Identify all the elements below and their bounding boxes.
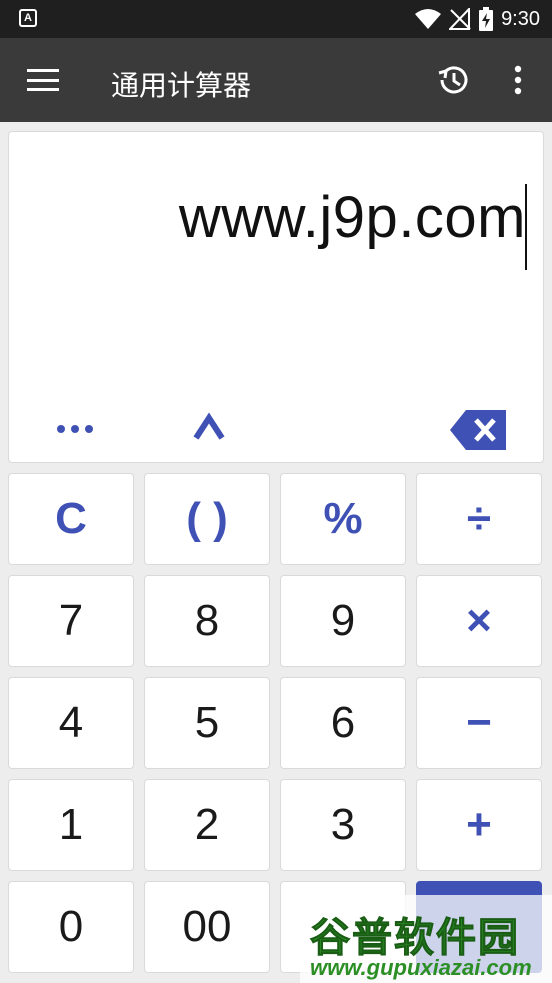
percent-button[interactable]: % xyxy=(280,473,406,565)
digit-9-button[interactable]: 9 xyxy=(280,575,406,667)
calculator-display[interactable]: www.j9p.com xyxy=(8,131,544,463)
app-bar: 通用计算器 xyxy=(0,38,552,122)
watermark: 谷普软件园 www.gupuxiazai.com xyxy=(300,895,552,983)
notification-a-icon: A xyxy=(19,9,37,27)
digit-3-button[interactable]: 3 xyxy=(280,779,406,871)
digit-1-button[interactable]: 1 xyxy=(8,779,134,871)
digit-2-button[interactable]: 2 xyxy=(144,779,270,871)
status-time: 9:30 xyxy=(501,7,540,30)
plus-button[interactable]: + xyxy=(416,779,542,871)
status-icons: 9:30 xyxy=(415,6,540,32)
expression-text[interactable]: www.j9p.com xyxy=(179,184,526,251)
double-zero-button[interactable]: 00 xyxy=(144,881,270,973)
minus-button[interactable]: − xyxy=(416,677,542,769)
app-title: 通用计算器 xyxy=(111,69,252,102)
digit-7-button[interactable]: 7 xyxy=(8,575,134,667)
menu-icon[interactable] xyxy=(27,69,59,91)
power-icon[interactable] xyxy=(190,408,228,446)
more-functions-icon[interactable] xyxy=(55,414,95,444)
wifi-icon xyxy=(415,9,442,29)
divide-button[interactable]: ÷ xyxy=(416,473,542,565)
no-signal-icon xyxy=(449,8,471,30)
history-icon[interactable] xyxy=(436,62,472,98)
digit-6-button[interactable]: 6 xyxy=(280,677,406,769)
digit-0-button[interactable]: 0 xyxy=(8,881,134,973)
more-vert-icon[interactable] xyxy=(508,64,528,96)
digit-8-button[interactable]: 8 xyxy=(144,575,270,667)
watermark-url: www.gupuxiazai.com xyxy=(310,955,532,980)
parentheses-button[interactable]: ( ) xyxy=(144,473,270,565)
clear-button[interactable]: C xyxy=(8,473,134,565)
battery-charging-icon xyxy=(479,7,494,31)
multiply-button[interactable]: × xyxy=(416,575,542,667)
digit-4-button[interactable]: 4 xyxy=(8,677,134,769)
status-bar: A 9:30 xyxy=(0,0,552,38)
text-cursor xyxy=(525,184,527,270)
backspace-icon[interactable] xyxy=(450,408,508,452)
digit-5-button[interactable]: 5 xyxy=(144,677,270,769)
